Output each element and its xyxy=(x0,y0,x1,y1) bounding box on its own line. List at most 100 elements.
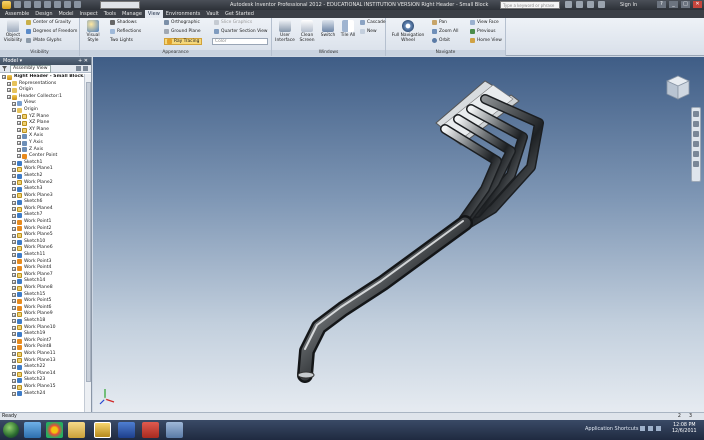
browser-node[interactable]: + Sketch18 xyxy=(0,318,84,325)
minimize-button[interactable]: _ xyxy=(669,1,678,8)
clean-screen-button[interactable]: Clean Screen xyxy=(296,20,318,43)
browser-node[interactable]: + Sketch24 xyxy=(0,391,84,398)
paint-icon[interactable] xyxy=(166,422,183,438)
flag-icon[interactable] xyxy=(656,426,661,431)
expand-all-icon[interactable] xyxy=(83,66,88,71)
search-input[interactable]: Type a keyword or phrase xyxy=(500,1,560,9)
orbit-button[interactable]: Orbit xyxy=(432,38,450,43)
reflections-button[interactable]: Reflections xyxy=(110,29,141,34)
expand-toggle-icon[interactable]: + xyxy=(12,240,16,245)
internet-explorer-icon[interactable] xyxy=(24,422,41,438)
chrome-icon[interactable] xyxy=(46,422,63,438)
expand-toggle-icon[interactable]: + xyxy=(17,114,21,119)
pan-button[interactable]: Pan xyxy=(432,20,447,25)
filter-icon[interactable] xyxy=(2,66,7,71)
tile-all-button[interactable]: Tile All xyxy=(338,20,358,38)
tab-manage[interactable]: Manage xyxy=(119,10,145,18)
viewcube-icon[interactable] xyxy=(666,75,690,101)
subscription-icon[interactable] xyxy=(576,1,583,8)
browser-node[interactable]: + Y Axis xyxy=(0,140,84,147)
browser-node[interactable]: + Work Plane15 xyxy=(0,384,84,391)
expand-toggle-icon[interactable]: + xyxy=(7,88,11,93)
browser-node[interactable]: + XZ Plane xyxy=(0,120,84,127)
browser-node[interactable]: + Work Point5 xyxy=(0,298,84,305)
expand-toggle-icon[interactable]: + xyxy=(12,319,16,324)
expand-toggle-icon[interactable]: + xyxy=(12,286,16,291)
tray-label[interactable]: Application Shortcuts xyxy=(585,426,638,432)
project-dropdown[interactable] xyxy=(100,1,140,9)
scrollbar-thumb[interactable] xyxy=(86,82,91,382)
expand-toggle-icon[interactable]: + xyxy=(12,200,16,205)
zoom-all-button[interactable]: Zoom All xyxy=(432,29,459,34)
ray-tracing-button[interactable]: Ray Tracing xyxy=(164,38,203,45)
browser-node[interactable]: + Origin xyxy=(0,107,84,114)
return-icon[interactable] xyxy=(64,1,71,8)
collector-outlet[interactable] xyxy=(297,371,315,379)
expand-toggle-icon[interactable]: + xyxy=(12,193,16,198)
expand-toggle-icon[interactable]: + xyxy=(12,378,16,383)
expand-toggle-icon[interactable]: + xyxy=(17,128,21,133)
redo-icon[interactable] xyxy=(54,1,61,8)
lighting-style-dropdown[interactable]: Two Lights xyxy=(110,38,133,43)
browser-node[interactable]: + Work Plane8 xyxy=(0,285,84,292)
quarter-section-view-button[interactable]: Quarter Section View xyxy=(214,29,268,34)
expand-toggle-icon[interactable]: + xyxy=(12,345,16,350)
object-visibility-button[interactable]: Object Visibility xyxy=(2,20,24,43)
binoculars-icon[interactable] xyxy=(565,1,572,8)
expand-toggle-icon[interactable]: + xyxy=(12,358,16,363)
word-icon[interactable] xyxy=(118,422,135,438)
expand-toggle-icon[interactable]: + xyxy=(12,233,16,238)
steering-wheel-icon[interactable] xyxy=(693,111,699,117)
browser-node[interactable]: + Center Point xyxy=(0,153,84,160)
shadows-button[interactable]: Shadows xyxy=(110,20,137,25)
tab-environments[interactable]: Environments xyxy=(163,10,204,18)
expand-toggle-icon[interactable]: + xyxy=(12,266,16,271)
expand-toggle-icon[interactable]: + xyxy=(12,332,16,337)
expand-toggle-icon[interactable]: + xyxy=(12,180,16,185)
expand-toggle-icon[interactable]: + xyxy=(12,372,16,377)
maximize-button[interactable]: □ xyxy=(681,1,690,8)
expand-toggle-icon[interactable]: + xyxy=(12,339,16,344)
header-pipe-model[interactable] xyxy=(93,57,704,412)
browser-node[interactable]: + Sketch3 xyxy=(0,186,84,193)
expand-toggle-icon[interactable]: + xyxy=(12,174,16,179)
browser-view-dropdown[interactable]: Assembly View xyxy=(10,64,51,73)
graphics-viewport[interactable] xyxy=(93,57,704,412)
orthographic-button[interactable]: Orthographic xyxy=(164,20,200,25)
browser-node[interactable]: + Sketch23 xyxy=(0,377,84,384)
browser-node[interactable]: + Work Plane9 xyxy=(0,311,84,318)
tab-design[interactable]: Design xyxy=(32,10,55,18)
expand-toggle-icon[interactable]: + xyxy=(12,226,16,231)
cascade-button[interactable]: Cascade xyxy=(360,20,386,25)
expand-toggle-icon[interactable]: + xyxy=(12,108,16,113)
imate-glyphs-button[interactable]: iMate Glyphs xyxy=(26,38,62,43)
switch-button[interactable]: Switch xyxy=(318,20,338,38)
center-of-gravity-button[interactable]: Center of Gravity xyxy=(26,20,71,25)
browser-node[interactable]: + Work Plane11 xyxy=(0,351,84,358)
browser-node[interactable]: + Sketch14 xyxy=(0,278,84,285)
start-button[interactable] xyxy=(3,422,19,438)
browser-node[interactable]: + Sketch6 xyxy=(0,199,84,206)
nav-options-icon[interactable] xyxy=(693,161,699,167)
file-explorer-icon[interactable] xyxy=(68,422,85,438)
browser-node[interactable]: + Work Plane3 xyxy=(0,193,84,200)
expand-toggle-icon[interactable]: + xyxy=(12,187,16,192)
expand-toggle-icon[interactable]: + xyxy=(17,154,21,159)
expand-toggle-icon[interactable]: + xyxy=(12,161,16,166)
expand-toggle-icon[interactable]: + xyxy=(12,213,16,218)
browser-node[interactable]: + Work Point1 xyxy=(0,219,84,226)
expand-toggle-icon[interactable]: + xyxy=(12,207,16,212)
system-clock[interactable]: 12:08 PM 12/6/2011 xyxy=(672,423,697,435)
browser-node[interactable]: + Work Plane2 xyxy=(0,180,84,187)
expand-toggle-icon[interactable]: + xyxy=(2,75,6,80)
browser-node[interactable]: + Sketch2 xyxy=(0,173,84,180)
select-icon[interactable] xyxy=(74,1,81,8)
tab-tools[interactable]: Tools xyxy=(101,10,119,18)
browser-node[interactable]: + Header Collector:1 xyxy=(0,94,84,101)
expand-toggle-icon[interactable]: + xyxy=(12,279,16,284)
ground-plane-button[interactable]: Ground Plane xyxy=(164,29,201,34)
volume-icon[interactable] xyxy=(648,426,653,431)
expand-toggle-icon[interactable]: + xyxy=(7,81,11,86)
find-icon[interactable] xyxy=(76,66,81,71)
tab-assemble[interactable]: Assemble xyxy=(2,10,32,18)
